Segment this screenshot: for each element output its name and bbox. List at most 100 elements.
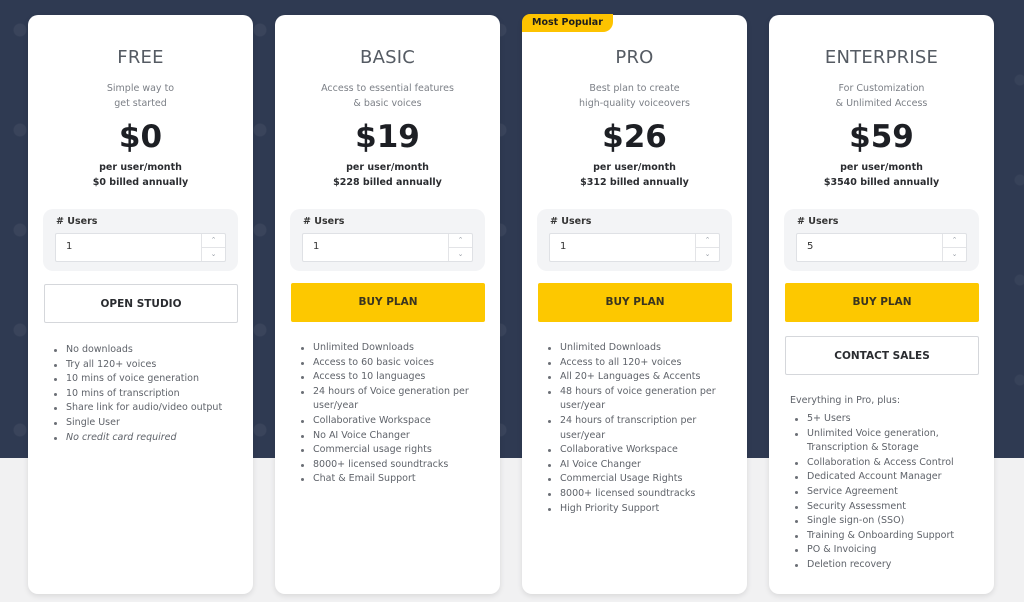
users-input[interactable]: 1 ⌃ ⌄ (55, 233, 226, 262)
plan-name: PRO (615, 47, 654, 68)
plan-description: Access to essential features & basic voi… (275, 81, 500, 111)
feature-item: Access to 60 basic voices (299, 356, 490, 371)
feature-item: Unlimited Downloads (546, 341, 737, 356)
feature-item: 8000+ licensed soundtracks (546, 487, 737, 502)
buy-plan-button[interactable]: BUY PLAN (538, 283, 732, 322)
users-stepper: ⌃ ⌄ (695, 234, 719, 261)
plan-description-line: & basic voices (353, 98, 422, 109)
chevron-down-icon[interactable]: ⌄ (696, 248, 719, 262)
feature-item: No AI Voice Changer (299, 429, 490, 444)
plan-description-line: & Unlimited Access (835, 98, 928, 109)
chevron-up-icon[interactable]: ⌃ (202, 234, 225, 248)
feature-list: No downloads Try all 120+ voices 10 mins… (52, 343, 243, 445)
feature-list: Unlimited Downloads Access to all 120+ v… (546, 341, 737, 516)
most-popular-badge: Most Popular (522, 14, 613, 32)
feature-item: Chat & Email Support (299, 472, 490, 487)
feature-item: Deletion recovery (793, 558, 984, 573)
buy-plan-button[interactable]: BUY PLAN (291, 283, 485, 322)
plan-description-line: Access to essential features (321, 83, 454, 94)
chevron-down-icon[interactable]: ⌄ (449, 248, 472, 262)
users-stepper: ⌃ ⌄ (201, 234, 225, 261)
feature-item: Share link for audio/video output (52, 401, 243, 416)
users-label: # Users (303, 216, 345, 227)
feature-item: 48 hours of voice generation per user/ye… (546, 385, 737, 414)
feature-list: Unlimited Downloads Access to 60 basic v… (299, 341, 490, 487)
feature-item: Collaborative Workspace (299, 414, 490, 429)
feature-list: 5+ Users Unlimited Voice generation, Tra… (793, 412, 984, 573)
plan-description-line: Best plan to create (589, 83, 680, 94)
feature-item: Unlimited Voice generation, Transcriptio… (793, 427, 984, 456)
feature-item: 10 mins of voice generation (52, 372, 243, 387)
users-label: # Users (550, 216, 592, 227)
users-value[interactable]: 1 (66, 241, 72, 252)
feature-item: 5+ Users (793, 412, 984, 427)
feature-item: Commercial Usage Rights (546, 472, 737, 487)
plan-card-free: FREE Simple way to get started $0 per us… (28, 15, 253, 594)
feature-item: Unlimited Downloads (299, 341, 490, 356)
users-input[interactable]: 1 ⌃ ⌄ (549, 233, 720, 262)
feature-item: No credit card required (52, 431, 243, 446)
billed-annually: $3540 billed annually (823, 177, 940, 188)
feature-item: Single User (52, 416, 243, 431)
users-input[interactable]: 5 ⌃ ⌄ (796, 233, 967, 262)
plan-billing: per user/month $3540 billed annually (769, 160, 994, 190)
chevron-down-icon[interactable]: ⌄ (202, 248, 225, 262)
price-period: per user/month (840, 162, 923, 173)
users-stepper: ⌃ ⌄ (942, 234, 966, 261)
users-stepper: ⌃ ⌄ (448, 234, 472, 261)
feature-item: Single sign-on (SSO) (793, 514, 984, 529)
users-selector: # Users 1 ⌃ ⌄ (537, 209, 732, 271)
plan-price: $26 (602, 119, 667, 155)
features-intro: Everything in Pro, plus: (790, 395, 901, 406)
chevron-up-icon[interactable]: ⌃ (449, 234, 472, 248)
price-period: per user/month (99, 162, 182, 173)
users-value[interactable]: 1 (313, 241, 319, 252)
users-selector: # Users 5 ⌃ ⌄ (784, 209, 979, 271)
feature-item: PO & Invoicing (793, 543, 984, 558)
plan-name: FREE (117, 47, 164, 68)
open-studio-button[interactable]: OPEN STUDIO (44, 284, 238, 323)
feature-item: Collaboration & Access Control (793, 456, 984, 471)
plan-price: $0 (118, 119, 163, 155)
plan-name: ENTERPRISE (824, 47, 939, 68)
chevron-up-icon[interactable]: ⌃ (943, 234, 966, 248)
feature-item: Security Assessment (793, 500, 984, 515)
plan-card-basic: BASIC Access to essential features & bas… (275, 15, 500, 594)
plan-billing: per user/month $312 billed annually (522, 160, 747, 190)
feature-item: 24 hours of Voice generation per user/ye… (299, 385, 490, 414)
feature-item: High Priority Support (546, 502, 737, 517)
users-value[interactable]: 5 (807, 241, 813, 252)
feature-item: 24 hours of transcription per user/year (546, 414, 737, 443)
chevron-down-icon[interactable]: ⌄ (943, 248, 966, 262)
price-period: per user/month (346, 162, 429, 173)
feature-item: No downloads (52, 343, 243, 358)
users-selector: # Users 1 ⌃ ⌄ (43, 209, 238, 271)
feature-item: Access to 10 languages (299, 370, 490, 385)
feature-item: Commercial usage rights (299, 443, 490, 458)
users-label: # Users (797, 216, 839, 227)
users-input[interactable]: 1 ⌃ ⌄ (302, 233, 473, 262)
plan-price: $59 (849, 119, 914, 155)
plan-description: Best plan to create high-quality voiceov… (522, 81, 747, 111)
chevron-up-icon[interactable]: ⌃ (696, 234, 719, 248)
plan-description-line: Simple way to (106, 83, 175, 94)
plan-description-line: high-quality voiceovers (579, 98, 690, 109)
contact-sales-button[interactable]: CONTACT SALES (785, 336, 979, 375)
plan-name: BASIC (360, 47, 415, 68)
plan-description: For Customization & Unlimited Access (769, 81, 994, 111)
feature-item: Service Agreement (793, 485, 984, 500)
billed-annually: $312 billed annually (580, 177, 689, 188)
users-selector: # Users 1 ⌃ ⌄ (290, 209, 485, 271)
feature-item: Training & Onboarding Support (793, 529, 984, 544)
buy-plan-button[interactable]: BUY PLAN (785, 283, 979, 322)
price-period: per user/month (593, 162, 676, 173)
feature-item: Try all 120+ voices (52, 358, 243, 373)
pricing-cards: FREE Simple way to get started $0 per us… (0, 0, 1024, 602)
billed-annually: $228 billed annually (333, 177, 442, 188)
plan-description: Simple way to get started (28, 81, 253, 111)
feature-item: Collaborative Workspace (546, 443, 737, 458)
billed-annually: $0 billed annually (92, 177, 189, 188)
feature-item: Dedicated Account Manager (793, 470, 984, 485)
users-value[interactable]: 1 (560, 241, 566, 252)
plan-description-line: For Customization (838, 83, 925, 94)
